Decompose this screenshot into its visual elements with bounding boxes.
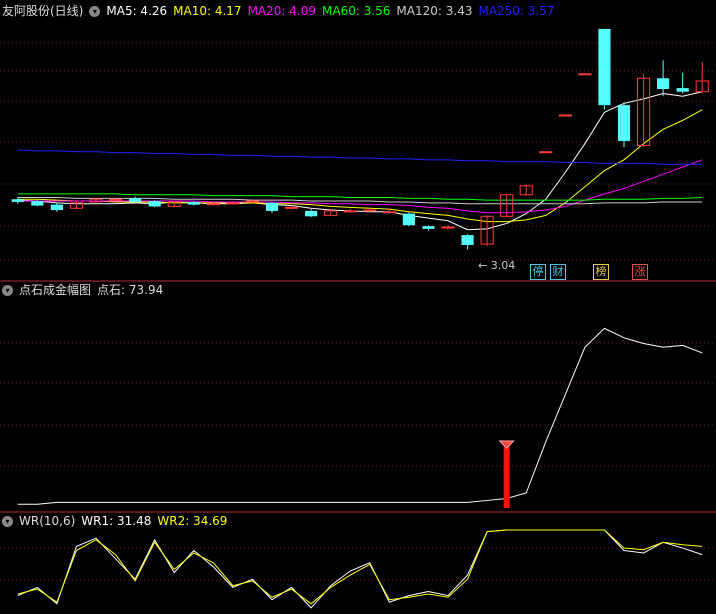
candle-body [206, 203, 220, 206]
mid-panel-header: ▾ 点石成金幅图 点石: 73.94 [2, 282, 169, 298]
ma-label-5: MA250: 3.57 [478, 4, 555, 18]
signal-bar [503, 445, 510, 508]
candle-body [129, 198, 142, 202]
candle-body [343, 210, 357, 213]
candle-body [617, 105, 631, 141]
candle-body [402, 213, 415, 226]
candle-body [226, 202, 240, 205]
ma-label-4: MA120: 3.43 [396, 4, 473, 18]
candle-body [363, 209, 377, 212]
main-panel-header: 友阿股份(日线) ▾ MA5: 4.26 MA10: 4.17 MA20: 4.09 MA… [2, 3, 567, 19]
candle-body [11, 199, 24, 202]
candle-body [578, 73, 592, 76]
low-price-label: ← 3.04 [478, 259, 516, 272]
ma-label-3: MA60: 3.56 [322, 4, 391, 18]
candle-body [441, 226, 455, 229]
tag-ting[interactable]: 停 [530, 264, 546, 280]
candle-body [50, 204, 63, 211]
signal-marker [498, 440, 515, 449]
candle-body [598, 28, 611, 106]
panel-dropdown-icon[interactable]: ▾ [2, 285, 13, 296]
candle-body [148, 201, 161, 207]
tag-cai[interactable]: 财 [550, 264, 566, 280]
candle-body [382, 211, 396, 214]
wr1-value: WR1: 31.48 [81, 514, 152, 528]
tag-bang[interactable]: 榜 [593, 264, 609, 280]
ma-label-1: MA10: 4.17 [173, 4, 242, 18]
candle-body [539, 151, 553, 154]
candle-body [657, 78, 670, 90]
mid-panel-title: 点石成金幅图 [19, 283, 92, 297]
ma-indicators: MA5: 4.26 MA10: 4.17 MA20: 4.09 MA60: 3.56 M… [106, 4, 560, 18]
candle-body [461, 235, 474, 245]
candle-body [305, 210, 318, 217]
tag-zhang[interactable]: 涨 [632, 264, 648, 280]
ma-line-ma20 [17, 159, 703, 214]
main-panel-title: 友阿股份(日线) [2, 4, 84, 18]
ma-label-2: MA20: 4.09 [247, 4, 316, 18]
wr-panel-header: ▾ WR(10,6) WR1: 31.48 WR2: 34.69 [2, 513, 233, 529]
low-price-value: 3.04 [490, 259, 516, 272]
candle-body [187, 201, 200, 205]
ma-line-ma5 [17, 91, 703, 231]
candle-body [676, 88, 689, 92]
wr-dropdown-icon[interactable]: ▾ [2, 516, 13, 527]
wr2-value: WR2: 34.69 [157, 514, 228, 528]
candle-body [558, 114, 572, 117]
ma-label-0: MA5: 4.26 [106, 4, 168, 18]
candle-body [31, 201, 44, 206]
dianshi-value: 点石: 73.94 [97, 283, 164, 297]
settings-dropdown-icon[interactable]: ▾ [89, 6, 101, 17]
dianshi-line [17, 327, 703, 505]
candle-body [108, 198, 123, 201]
ma-line-ma250 [17, 149, 703, 165]
wr-panel-title: WR(10,6) [19, 514, 76, 528]
candle-body [284, 206, 299, 209]
wr1-line [17, 529, 703, 609]
candle-body [422, 226, 435, 229]
candle-body [245, 200, 260, 203]
candle-body [265, 202, 279, 211]
ma-line-ma10 [17, 109, 703, 223]
